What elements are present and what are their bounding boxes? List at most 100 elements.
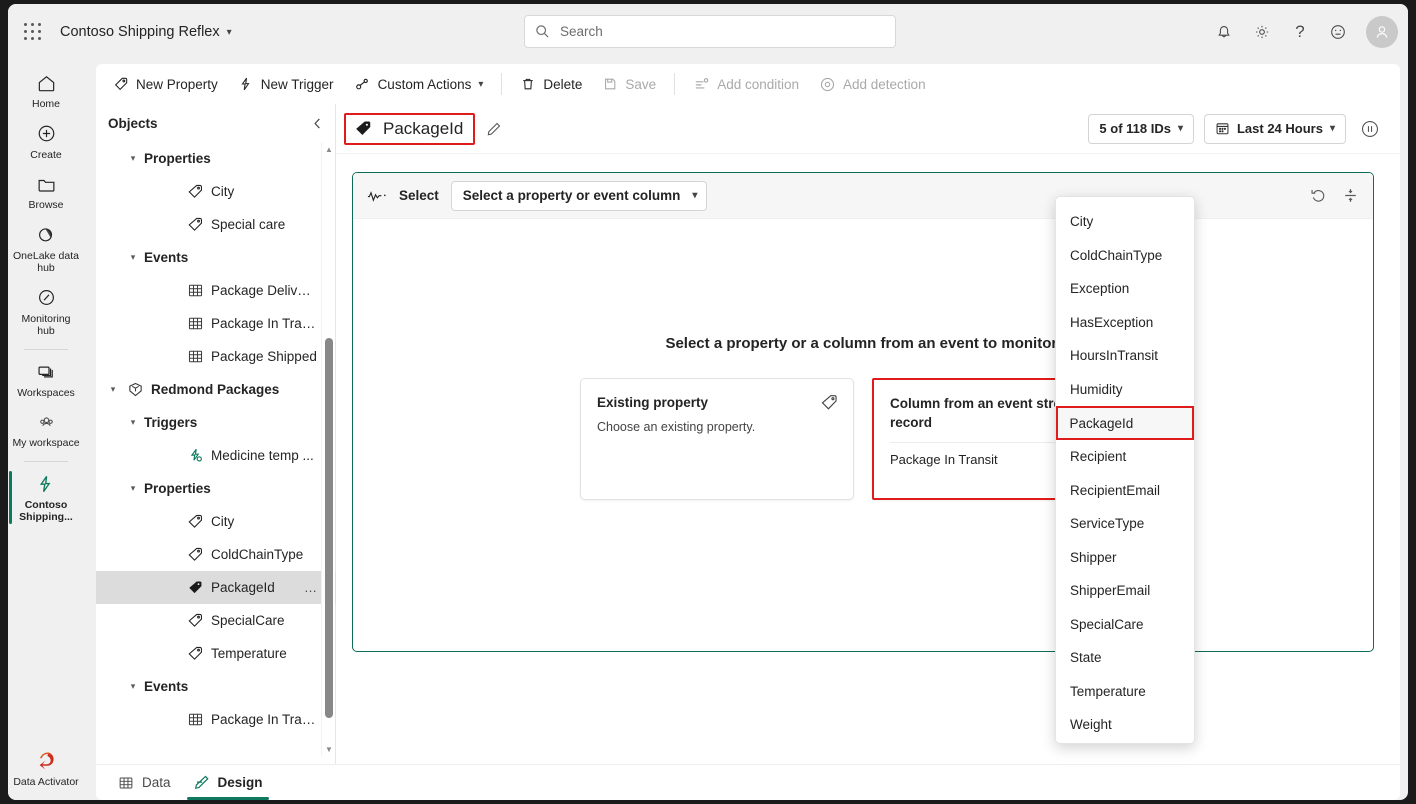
design-pen-icon bbox=[193, 774, 210, 791]
tree-row[interactable]: ▾ Properties bbox=[96, 472, 336, 505]
tree-row[interactable]: Special care bbox=[96, 208, 336, 241]
ids-filter-dropdown[interactable]: 5 of 118 IDs ▾ bbox=[1088, 113, 1194, 144]
reset-button[interactable] bbox=[1305, 183, 1331, 209]
flyout-item[interactable]: Shipper bbox=[1056, 541, 1194, 575]
rail-item-onelake-data-hub[interactable]: OneLake data hub bbox=[10, 218, 82, 279]
property-column-combobox[interactable]: Select a property or event column ▾ bbox=[450, 180, 708, 211]
search-input[interactable] bbox=[558, 23, 885, 40]
time-range-dropdown[interactable]: Last 24 Hours ▾ bbox=[1203, 113, 1346, 144]
flyout-item[interactable]: ShipperEmail bbox=[1056, 574, 1194, 608]
tag-icon bbox=[184, 612, 206, 629]
tab-data[interactable]: Data bbox=[110, 766, 179, 800]
empty-state-message: Select a property or a column from an ev… bbox=[665, 335, 1061, 352]
save-label: Save bbox=[625, 76, 657, 92]
tree-row[interactable]: Medicine temp ... bbox=[96, 439, 336, 472]
new-trigger-button[interactable]: New Trigger bbox=[229, 69, 343, 99]
flyout-item[interactable]: HoursInTransit bbox=[1056, 339, 1194, 373]
onelake-icon bbox=[36, 223, 57, 247]
rail-item-browse[interactable]: Browse bbox=[10, 167, 82, 216]
add-detection-button[interactable]: Add detection bbox=[810, 69, 935, 99]
flyout-item[interactable]: Recipient bbox=[1056, 440, 1194, 474]
flyout-item[interactable]: SpecialCare bbox=[1056, 608, 1194, 642]
chevron-down-icon: ▾ bbox=[478, 78, 484, 90]
table-icon bbox=[184, 282, 206, 299]
chevron-down-icon[interactable]: ▾ bbox=[122, 153, 144, 164]
event-stream-label: Package In Transit bbox=[890, 452, 998, 467]
chevron-down-icon[interactable]: ▾ bbox=[122, 681, 144, 692]
tree-row-label: Medicine temp ... bbox=[211, 448, 314, 463]
rail-item-workspaces[interactable]: Workspaces bbox=[10, 355, 82, 404]
rail-item-my-workspace[interactable]: My workspace bbox=[10, 405, 82, 454]
flyout-item[interactable]: RecipientEmail bbox=[1056, 474, 1194, 508]
app-launcher-waffle-icon[interactable] bbox=[22, 21, 44, 43]
rail-item-home[interactable]: Home bbox=[10, 66, 82, 115]
tree-row[interactable]: ▾ Events bbox=[96, 670, 336, 703]
tree-row[interactable]: Package In Transit bbox=[96, 307, 336, 340]
tree-row[interactable]: Temperature bbox=[96, 637, 336, 670]
tree-row[interactable]: Package Shipped bbox=[96, 340, 336, 373]
tree-row-label: Properties bbox=[144, 151, 211, 166]
save-button[interactable]: Save bbox=[593, 69, 665, 99]
chevron-down-icon[interactable]: ▾ bbox=[122, 252, 144, 263]
property-title-highlight: PackageId bbox=[344, 112, 476, 145]
tag-icon bbox=[184, 579, 206, 596]
app-title-dropdown[interactable]: Contoso Shipping Reflex ▾ bbox=[60, 24, 232, 40]
flyout-item[interactable]: ColdChainType bbox=[1056, 239, 1194, 273]
tree-row[interactable]: ▾ Redmond Packages bbox=[96, 373, 336, 406]
flyout-item[interactable]: State bbox=[1056, 641, 1194, 675]
chevron-down-icon[interactable]: ▾ bbox=[122, 417, 144, 428]
account-avatar[interactable] bbox=[1366, 16, 1398, 48]
feedback-smiley-icon[interactable] bbox=[1322, 16, 1354, 48]
tree-row[interactable]: ▾ Events bbox=[96, 241, 336, 274]
tag-icon bbox=[184, 645, 206, 662]
scroll-down-arrow-icon[interactable]: ▼ bbox=[322, 742, 336, 756]
flyout-item[interactable]: PackageId bbox=[1056, 406, 1194, 440]
collapse-pane-icon[interactable] bbox=[308, 113, 327, 134]
flyout-item[interactable]: Exception bbox=[1056, 272, 1194, 306]
notifications-icon[interactable] bbox=[1208, 16, 1240, 48]
scroll-up-arrow-icon[interactable]: ▲ bbox=[322, 142, 336, 156]
flyout-item[interactable]: ServiceType bbox=[1056, 507, 1194, 541]
help-question-icon[interactable]: ? bbox=[1284, 16, 1316, 48]
rail-item-contoso-shipping[interactable]: Contoso Shipping... bbox=[9, 467, 82, 528]
pause-button[interactable] bbox=[1356, 115, 1384, 143]
flyout-item[interactable]: HasException bbox=[1056, 306, 1194, 340]
tree-row[interactable]: SpecialCare bbox=[96, 604, 336, 637]
chevron-down-icon[interactable]: ▾ bbox=[122, 483, 144, 494]
custom-actions-button[interactable]: Custom Actions ▾ bbox=[345, 69, 493, 99]
tab-design[interactable]: Design bbox=[185, 766, 271, 800]
flyout-item[interactable]: City bbox=[1056, 205, 1194, 239]
global-search-box[interactable] bbox=[524, 15, 896, 48]
row-more-options-icon[interactable]: … bbox=[298, 580, 318, 595]
tree-row[interactable]: Package In Transit bbox=[96, 703, 336, 736]
flyout-item[interactable]: Weight bbox=[1056, 708, 1194, 742]
tree-row[interactable]: ▾ Triggers bbox=[96, 406, 336, 439]
rail-item-data-activator[interactable]: Data Activator bbox=[10, 744, 82, 793]
flyout-item[interactable]: Humidity bbox=[1056, 373, 1194, 407]
delete-button[interactable]: Delete bbox=[511, 69, 591, 99]
fit-to-view-button[interactable] bbox=[1337, 183, 1363, 209]
table-icon bbox=[184, 348, 206, 365]
tree-row-label: Package Deliver... bbox=[211, 283, 318, 298]
settings-gear-icon[interactable] bbox=[1246, 16, 1278, 48]
objects-tree[interactable]: ▾ Properties City Special care ▾ Events Packag… bbox=[96, 142, 336, 756]
existing-property-card[interactable]: Existing property Choose an existing pro… bbox=[580, 378, 854, 500]
flyout-item[interactable]: Temperature bbox=[1056, 675, 1194, 709]
column-list-flyout[interactable]: City ColdChainType Exception HasException Ho… bbox=[1055, 196, 1195, 744]
tree-row[interactable]: ColdChainType bbox=[96, 538, 336, 571]
app-title-label: Contoso Shipping Reflex bbox=[60, 24, 220, 40]
chevron-down-icon[interactable]: ▾ bbox=[102, 384, 124, 395]
new-property-button[interactable]: New Property bbox=[104, 69, 227, 99]
objects-tree-scrollbar[interactable]: ▲ ▼ bbox=[321, 142, 335, 756]
rail-item-create[interactable]: Create bbox=[10, 117, 82, 166]
tree-row[interactable]: Package Deliver... bbox=[96, 274, 336, 307]
add-condition-button[interactable]: Add condition bbox=[684, 69, 808, 99]
rail-item-monitoring-hub[interactable]: Monitoring hub bbox=[10, 281, 82, 342]
tree-row[interactable]: City bbox=[96, 175, 336, 208]
edit-pencil-icon[interactable] bbox=[483, 118, 505, 140]
scrollbar-thumb[interactable] bbox=[325, 338, 333, 718]
tree-row[interactable]: City bbox=[96, 505, 336, 538]
tree-row[interactable]: PackageId… bbox=[96, 571, 336, 604]
table-icon bbox=[184, 315, 206, 332]
tree-row[interactable]: ▾ Properties bbox=[96, 142, 336, 175]
